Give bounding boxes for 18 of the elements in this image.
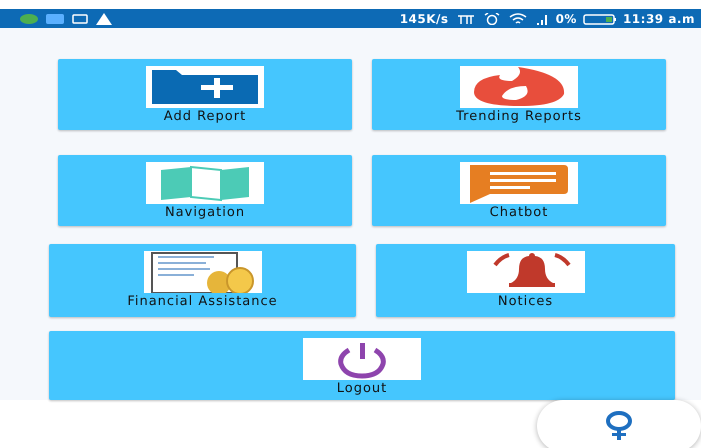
menu-tile[interactable]: Logout — [49, 331, 675, 400]
menu-tile[interactable]: Notices — [376, 244, 675, 317]
menu-tile[interactable]: Chatbot — [372, 155, 666, 226]
clock: 11:39 a.m — [622, 10, 695, 28]
floating-action-button[interactable] — [537, 400, 701, 448]
battery-icon — [582, 14, 617, 25]
warning-icon — [96, 12, 112, 24]
wifi-icon — [508, 12, 527, 24]
message-icon — [72, 14, 88, 24]
menu-tile[interactable]: Navigation — [58, 155, 352, 226]
menu-tile[interactable]: Add Report — [58, 59, 352, 130]
menu-tile[interactable]: Trending Reports — [372, 59, 666, 130]
alarm-icon — [484, 12, 500, 24]
signal-icon — [536, 12, 548, 24]
female-symbol-icon — [605, 411, 633, 441]
battery-percent: 0% — [556, 10, 577, 28]
network-speed: 145K/s — [400, 10, 449, 28]
menu-tile[interactable]: Financial Assistance — [49, 244, 356, 317]
